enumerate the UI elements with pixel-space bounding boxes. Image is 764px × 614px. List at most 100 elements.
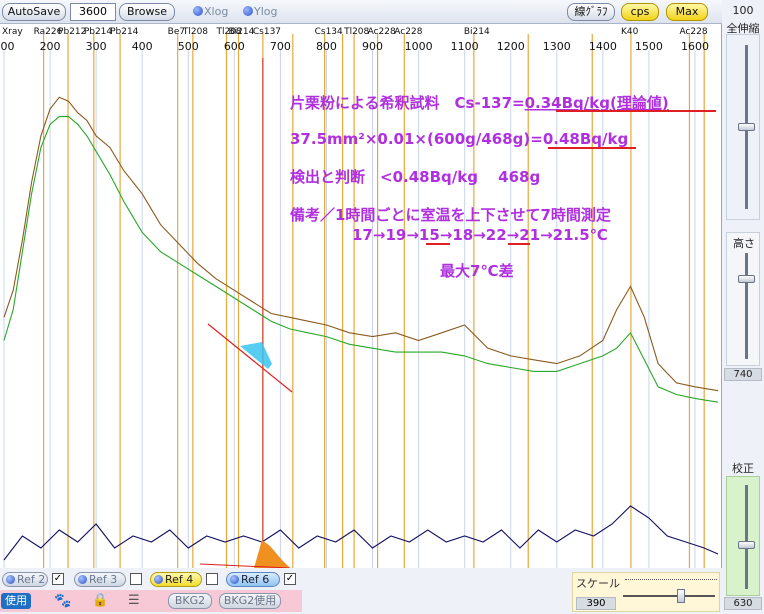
radio-icon xyxy=(193,6,203,16)
ref6-label: Ref 6 xyxy=(241,573,270,586)
scale-slider-thumb[interactable] xyxy=(677,589,685,603)
scale-ticks xyxy=(625,579,717,580)
radio-icon xyxy=(78,575,87,584)
top-value-label: 100 xyxy=(732,4,754,17)
x-tick-label: 600 xyxy=(224,40,245,53)
cs137-roi-fill xyxy=(240,342,272,369)
ref6-button[interactable]: Ref 6 xyxy=(226,572,280,587)
zoom-slider-thumb[interactable] xyxy=(738,123,755,131)
ref2-label: Ref 2 xyxy=(17,573,46,586)
ref6-checkbox[interactable]: ✓ xyxy=(284,573,296,585)
calibration-slider-area xyxy=(726,476,760,596)
x-tick-label: 1600 xyxy=(681,40,709,53)
nuclide-label: Tl208 xyxy=(182,27,208,37)
calibration-slider-thumb[interactable] xyxy=(738,541,755,549)
line-graph-button[interactable]: 線ｸﾞﾗﾌ xyxy=(567,3,615,21)
nuclide-label: Ac228 xyxy=(368,27,396,37)
bkg-toolbar: 使用 🐾 🔒 ☰ BKG2 BKG2使用 xyxy=(0,590,302,612)
use-button[interactable]: 使用 xyxy=(1,593,31,609)
calibration-label: 校正 xyxy=(732,462,754,475)
ylog-label: Ylog xyxy=(254,5,278,18)
max-button[interactable]: Max xyxy=(666,3,708,21)
autosave-button[interactable]: AutoSave xyxy=(2,3,66,21)
height-slider-track xyxy=(745,253,748,359)
measurement-time-field[interactable]: 3600 xyxy=(70,3,116,21)
marker-layer xyxy=(43,34,705,568)
x-tick-label: 1000 xyxy=(405,40,433,53)
nuclide-label: Bi214 xyxy=(228,27,254,37)
nuclide-label: Cs137 xyxy=(253,27,281,37)
paw-icon[interactable]: 🐾 xyxy=(54,593,71,609)
zoom-slider-area xyxy=(726,34,760,220)
height-slider-thumb[interactable] xyxy=(738,275,755,283)
right-control-panel: 100 全伸縮 高さ 740 校正 630 xyxy=(722,0,764,614)
ref3-checkbox[interactable] xyxy=(130,573,142,585)
calibration-slider-track xyxy=(745,485,748,589)
radio-icon xyxy=(6,575,15,584)
x-tick-label: 1500 xyxy=(635,40,663,53)
nuclide-label: Pb214 xyxy=(84,27,113,37)
bottom-control-bar: Ref 2 ✓ Ref 3 Ref 4 Ref 6 ✓ 使用 🐾 🔒 ☰ BKG… xyxy=(0,568,722,614)
annotation-line1: 片栗粉による希釈試料 Cs-137=0.34Bq/kg(理論値) xyxy=(290,94,669,112)
list-icon[interactable]: ☰ xyxy=(128,593,140,608)
ref3-label: Ref 3 xyxy=(89,573,118,586)
ref2-button[interactable]: Ref 2 xyxy=(2,572,48,587)
scale-value: 390 xyxy=(576,597,616,610)
ref2-checkbox[interactable]: ✓ xyxy=(52,573,64,585)
scale-control: スケール 390 xyxy=(572,572,720,612)
nuclide-label: Tl208 xyxy=(343,27,369,37)
grid-layer xyxy=(3,50,696,568)
x-tick-label: 900 xyxy=(362,40,383,53)
annotation-line3: 検出と判断 <0.48Bq/kg 468g xyxy=(290,168,540,186)
spectrum-series-line xyxy=(3,116,719,403)
nuclide-label: Pb212 xyxy=(58,27,86,37)
nuclide-label: Ac228 xyxy=(394,27,422,37)
xlog-label: Xlog xyxy=(204,5,229,18)
nuclide-label: K40 xyxy=(621,27,639,37)
x-tick-label: 1100 xyxy=(451,40,479,53)
bkg2-use-button[interactable]: BKG2使用 xyxy=(219,593,281,609)
nuclide-label: Ac228 xyxy=(679,27,707,37)
scale-track xyxy=(623,595,715,597)
x-tick-label: 500 xyxy=(178,40,199,53)
radio-icon xyxy=(243,6,253,16)
annotation-line5: 17→19→15→18→22→21→21.5℃ xyxy=(352,226,608,244)
scale-label: スケール xyxy=(576,577,620,590)
ref3-button[interactable]: Ref 3 xyxy=(74,572,126,587)
cps-button[interactable]: cps xyxy=(621,3,659,21)
x-tick-label: 100 xyxy=(0,40,15,53)
browse-button[interactable]: Browse xyxy=(119,3,175,21)
cs137-bottom-peak xyxy=(254,540,290,568)
lock-icon[interactable]: 🔒 xyxy=(92,593,108,608)
height-value: 740 xyxy=(724,368,762,381)
x-tick-label: 1300 xyxy=(543,40,571,53)
gamma-spectrum-app: AutoSave 3600 Browse Xlog Ylog 線ｸﾞﾗﾌ cps… xyxy=(0,0,764,614)
ref4-label: Ref 4 xyxy=(165,573,194,586)
ref4-button[interactable]: Ref 4 xyxy=(150,572,202,587)
x-tick-label: 700 xyxy=(270,40,291,53)
x-tick-label: 200 xyxy=(40,40,61,53)
annotation-line2: 37.5mm²×0.01×(600g/468g)=0.48Bq/kg xyxy=(290,130,628,148)
x-tick-label: 1400 xyxy=(589,40,617,53)
nuclide-label: Xray xyxy=(2,27,23,37)
top-toolbar: AutoSave 3600 Browse Xlog Ylog 線ｸﾞﾗﾌ cps… xyxy=(0,0,764,24)
spectrum-chart: 100 200 300 400 500 600 700 800 900 1000 1100 1200 1… xyxy=(0,27,719,568)
x-tick-label: 400 xyxy=(132,40,153,53)
bkg2-button[interactable]: BKG2 xyxy=(168,593,212,609)
spectrum-series-line xyxy=(3,505,719,561)
radio-icon xyxy=(230,575,239,584)
radio-icon xyxy=(154,575,163,584)
calibration-value: 630 xyxy=(724,597,762,610)
ylog-toggle[interactable]: Ylog xyxy=(243,3,289,21)
nuclide-label: Cs134 xyxy=(315,27,343,37)
xlog-toggle[interactable]: Xlog xyxy=(193,3,239,21)
height-slider-area: 高さ xyxy=(726,232,760,366)
cs137-baseline xyxy=(207,323,293,393)
spectrum-plot[interactable]: 100 200 300 400 500 600 700 800 900 1000 1100 1200 1… xyxy=(0,24,722,568)
series-layer xyxy=(3,96,719,561)
height-label: 高さ xyxy=(733,237,755,250)
x-tick-label: 1200 xyxy=(497,40,525,53)
nuclide-label: Pb214 xyxy=(110,27,139,37)
x-tick-label: 800 xyxy=(316,40,337,53)
ref4-checkbox[interactable] xyxy=(206,573,218,585)
